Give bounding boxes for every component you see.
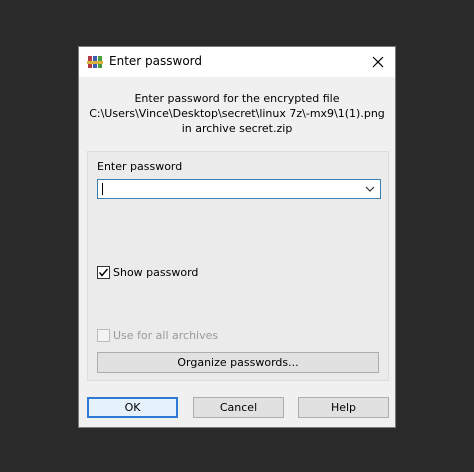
close-button[interactable] — [361, 47, 395, 77]
help-button[interactable]: Help — [298, 397, 389, 418]
ok-button[interactable]: OK — [87, 397, 178, 418]
password-dialog: Enter password Enter password for the en… — [78, 46, 396, 428]
cancel-button[interactable]: Cancel — [193, 397, 284, 418]
password-group: Enter password Show password Use for all… — [87, 151, 389, 381]
password-input[interactable] — [97, 179, 381, 199]
title-bar[interactable]: Enter password — [79, 47, 395, 77]
checkmark-icon — [98, 268, 109, 277]
info-file-path: C:\Users\Vince\Desktop\secret\linux 7z\-… — [89, 107, 385, 120]
password-label: Enter password — [97, 160, 183, 173]
show-password-checkbox[interactable] — [97, 266, 110, 279]
winrar-books-icon — [87, 56, 103, 68]
use-for-all-checkbox[interactable] — [97, 329, 110, 342]
file-info: Enter password for the encrypted file C:… — [79, 91, 395, 136]
info-line-1: Enter password for the encrypted file — [134, 92, 340, 105]
text-caret — [102, 183, 103, 195]
window-title: Enter password — [109, 54, 202, 68]
organize-passwords-button[interactable]: Organize passwords... — [97, 352, 379, 373]
close-icon — [372, 56, 384, 68]
info-archive-name: in archive secret.zip — [181, 122, 293, 135]
chevron-down-icon[interactable] — [363, 182, 377, 196]
show-password-label[interactable]: Show password — [113, 266, 198, 279]
use-for-all-label[interactable]: Use for all archives — [113, 329, 218, 342]
